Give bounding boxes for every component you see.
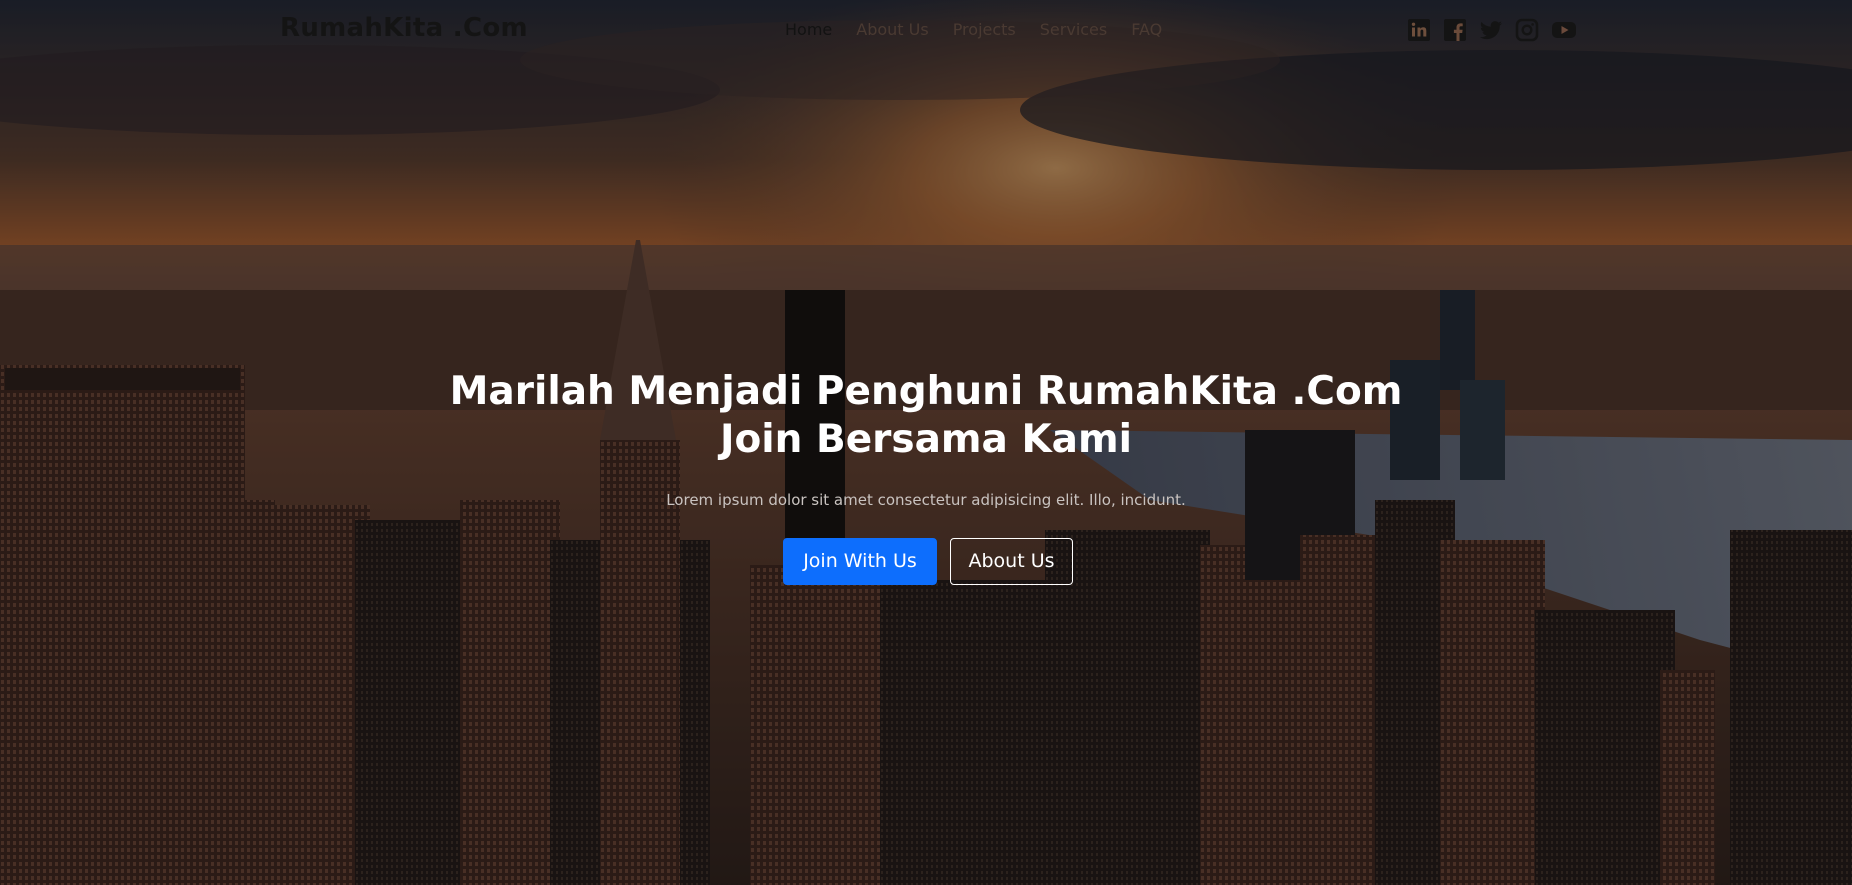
instagram-icon[interactable] xyxy=(1515,18,1539,42)
nav-menu: Home About Us Projects Services FAQ xyxy=(785,20,1162,39)
nav-item-services[interactable]: Services xyxy=(1040,20,1107,39)
hero-title-line-2: Join Bersama Kami xyxy=(719,417,1133,462)
nav-item-home[interactable]: Home xyxy=(785,20,832,39)
join-with-us-button[interactable]: Join With Us xyxy=(783,538,937,585)
nav-item-faq[interactable]: FAQ xyxy=(1131,20,1162,39)
nav-item-about-us[interactable]: About Us xyxy=(856,20,928,39)
hero-subtitle: Lorem ipsum dolor sit amet consectetur a… xyxy=(666,491,1186,509)
linkedin-icon[interactable] xyxy=(1407,18,1431,42)
navbar: RumahKita .Com Home About Us Projects Se… xyxy=(0,0,1852,62)
youtube-icon[interactable] xyxy=(1551,18,1577,42)
hero-title-line-1: Marilah Menjadi Penghuni RumahKita .Com xyxy=(449,369,1403,414)
social-links xyxy=(1407,18,1577,42)
nav-item-projects[interactable]: Projects xyxy=(953,20,1016,39)
hero-title: Marilah Menjadi Penghuni RumahKita .Com … xyxy=(0,368,1852,464)
hero-section: RumahKita .Com Home About Us Projects Se… xyxy=(0,0,1852,885)
about-us-button[interactable]: About Us xyxy=(950,538,1073,585)
twitter-icon[interactable] xyxy=(1479,18,1503,42)
brand-logo[interactable]: RumahKita .Com xyxy=(280,13,528,43)
hero-actions: Join With Us About Us xyxy=(783,538,1073,585)
facebook-icon[interactable] xyxy=(1443,18,1467,42)
